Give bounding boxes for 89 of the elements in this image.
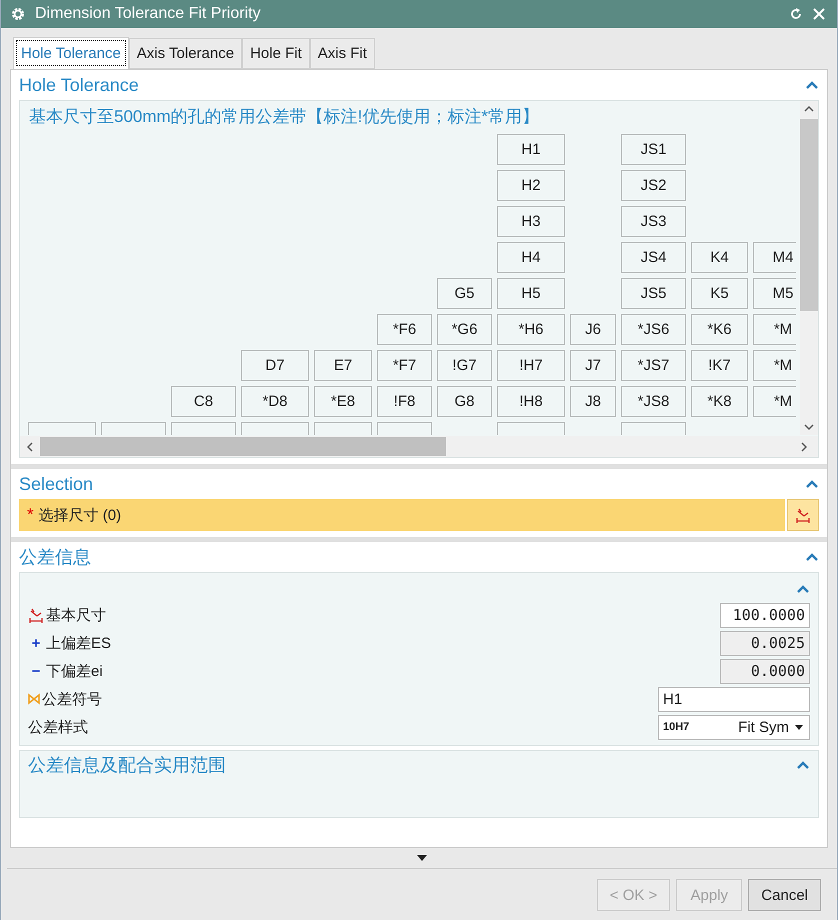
scroll-right-icon[interactable]	[800, 442, 808, 452]
scroll-left-icon[interactable]	[26, 442, 34, 452]
select-dimension-button[interactable]	[787, 499, 819, 531]
tolerance-zone-button[interactable]: *K8	[691, 386, 748, 417]
tolerance-zone-button[interactable]: *H6	[497, 314, 565, 345]
section-title: Hole Tolerance	[19, 74, 140, 96]
tolerance-zone-button[interactable]: G8	[437, 386, 492, 417]
tolerance-zone-button[interactable]: !G7	[437, 350, 492, 381]
tolerance-zone-button[interactable]: M5	[753, 278, 796, 309]
tolerance-zone-button[interactable]: !H8	[497, 386, 565, 417]
tolerance-zone-button[interactable]: H3	[497, 206, 565, 237]
tolerance-zone-button[interactable]: JS4	[621, 242, 686, 273]
horizontal-scrollbar[interactable]	[20, 436, 818, 457]
tolerance-zone-button[interactable]: *M	[753, 350, 796, 381]
tolerance-zone-button[interactable]: H2	[497, 170, 565, 201]
tolerance-zone-button[interactable]: K5	[691, 278, 748, 309]
tolerance-zone-button[interactable]: *JS6	[621, 314, 686, 345]
tab[interactable]: Hole Tolerance	[13, 37, 129, 69]
tolerance-zone-button[interactable]: J8	[570, 386, 616, 417]
selection-label: 选择尺寸 (0)	[38, 506, 122, 524]
window-title: Dimension Tolerance Fit Priority	[35, 5, 261, 23]
tolerance-zone-button[interactable]: *JS7	[621, 350, 686, 381]
tolerance-zone-button[interactable]: H4	[497, 242, 565, 273]
gear-icon[interactable]	[11, 7, 25, 21]
sign-icon: −	[28, 662, 44, 680]
tolerance-zone-button[interactable]: *G6	[437, 314, 492, 345]
vertical-scrollbar[interactable]	[800, 101, 818, 435]
tolerance-zone-button[interactable]: C8	[171, 386, 236, 417]
tolerance-zone-button[interactable]: E7	[314, 350, 372, 381]
tolerance-zone-button[interactable]: D7	[241, 350, 309, 381]
dimension-icon	[28, 607, 44, 623]
tolerance-zone-button[interactable]: H5	[497, 278, 565, 309]
section-title: Selection	[19, 474, 94, 494]
tolerance-zone-button[interactable]: K4	[691, 242, 748, 273]
tolerance-zone-button[interactable]: !H7	[497, 350, 565, 381]
more-options-icon[interactable]	[417, 855, 427, 861]
tolerance-zone-button[interactable]: *JS8	[621, 386, 686, 417]
field-label: 基本尺寸	[46, 606, 106, 624]
tab[interactable]: Hole Fit	[242, 38, 310, 69]
reset-icon[interactable]	[789, 7, 803, 21]
tolerance-zone-button[interactable]: G5	[437, 278, 492, 309]
tolerance-zone-button[interactable]: *M	[753, 386, 796, 417]
tab[interactable]: Axis Tolerance	[128, 38, 242, 69]
subsection-title: 公差信息及配合实用范围	[28, 754, 227, 777]
dimension-icon	[795, 507, 811, 523]
collapse-icon[interactable]	[805, 80, 819, 90]
field-label: 公差样式	[28, 718, 88, 736]
tolerance-zone-button[interactable]: *M	[753, 314, 796, 345]
collapse-icon[interactable]	[796, 584, 810, 594]
input-field[interactable]: 100.0000	[720, 602, 810, 628]
field-label: 公差符号	[42, 690, 102, 708]
dropdown-value: Fit Sym	[738, 718, 789, 736]
scroll-down-icon[interactable]	[804, 423, 814, 431]
tolerance-zone-button[interactable]: *E8	[314, 386, 372, 417]
dialog-button[interactable]: Cancel	[748, 879, 821, 911]
field-label: 下偏差ei	[46, 662, 103, 680]
input-field[interactable]: 0.0025	[720, 630, 810, 656]
section-title: 公差信息	[19, 546, 92, 569]
close-icon[interactable]	[813, 8, 825, 20]
tolerance-zone-button[interactable]: *K6	[691, 314, 748, 345]
tolerance-zone-button[interactable]: *F7	[377, 350, 432, 381]
selection-bar[interactable]: * 选择尺寸 (0)	[19, 499, 785, 531]
tab[interactable]: Axis Fit	[310, 38, 375, 69]
tolerance-zone-button[interactable]: !F8	[377, 386, 432, 417]
tolerance-zone-button[interactable]: *F6	[377, 314, 432, 345]
tolerance-zone-button[interactable]: J7	[570, 350, 616, 381]
style-dropdown[interactable]: 10H7 Fit Sym	[658, 714, 810, 740]
tolerance-zone-button[interactable]: JS2	[621, 170, 686, 201]
scroll-up-icon[interactable]	[804, 105, 814, 113]
tolerance-zone-button[interactable]: J6	[570, 314, 616, 345]
required-mark: *	[27, 505, 34, 525]
input-field[interactable]: H1	[658, 686, 810, 712]
tolerance-zone-button[interactable]: JS3	[621, 206, 686, 237]
bowtie-icon	[28, 693, 40, 705]
input-field[interactable]: 0.0000	[720, 658, 810, 684]
collapse-icon[interactable]	[796, 760, 810, 770]
tolerance-zone-button[interactable]: JS5	[621, 278, 686, 309]
tolerance-zone-button[interactable]: JS1	[621, 134, 686, 165]
grid-caption: 基本尺寸至500mm的孔的常用公差带【标注!优先使用；标注*常用】	[28, 106, 540, 128]
tolerance-zone-button[interactable]: H1	[497, 134, 565, 165]
dropdown-arrow-icon	[795, 724, 803, 730]
collapse-icon[interactable]	[805, 479, 819, 489]
tolerance-zone-button[interactable]: M4	[753, 242, 796, 273]
style-preview: 10H7	[663, 721, 690, 733]
tolerance-zone-button[interactable]: *D8	[241, 386, 309, 417]
sign-icon: +	[28, 634, 44, 652]
field-label: 上偏差ES	[46, 634, 112, 652]
tolerance-zone-button[interactable]: !K7	[691, 350, 748, 381]
collapse-icon[interactable]	[805, 552, 819, 562]
